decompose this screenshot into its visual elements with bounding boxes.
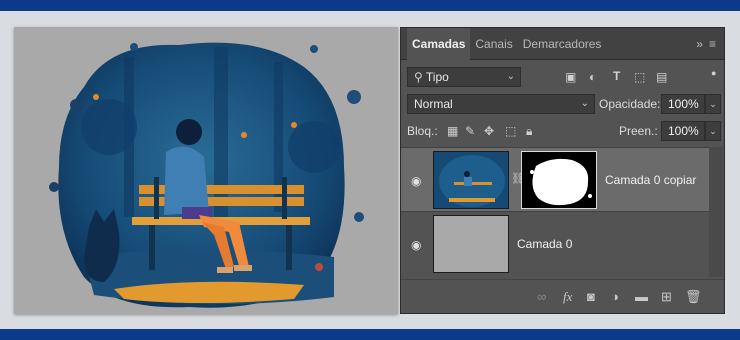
- layer-row[interactable]: ◉ Camada 0: [401, 211, 709, 275]
- layer-name[interactable]: Camada 0: [517, 237, 572, 251]
- lock-all-icon[interactable]: 🔒︎: [526, 124, 532, 138]
- trash-icon[interactable]: 🗑︎: [685, 289, 702, 305]
- bottom-brand-band: [0, 329, 740, 340]
- fill-dropdown-icon[interactable]: ⌄: [705, 121, 721, 141]
- fill-label: Preen.:: [619, 124, 658, 138]
- filter-toggle-icon[interactable]: ●: [711, 66, 716, 80]
- opacity-label: Opacidade:: [599, 97, 661, 111]
- layers-scrollbar[interactable]: [709, 147, 723, 277]
- chevron-down-icon: ⌄: [580, 98, 589, 109]
- type-filter-icon[interactable]: T: [613, 69, 620, 83]
- layer-mask-thumbnail[interactable]: [521, 151, 597, 209]
- top-brand-band: [0, 0, 740, 11]
- panel-footer: ∞ fx ◙ ◑ ▬ ⊞ 🗑︎: [401, 279, 724, 313]
- artwork-image: [49, 42, 364, 308]
- tab-camadas[interactable]: Camadas: [407, 27, 471, 60]
- add-mask-icon[interactable]: ◙: [587, 289, 595, 304]
- adjustment-filter-icon[interactable]: ◐: [589, 70, 596, 84]
- layer-thumbnail: [433, 151, 509, 209]
- filter-kind-label: Tipo: [425, 70, 449, 84]
- search-icon: ⚲: [414, 70, 426, 84]
- panel-menu-icon[interactable]: ≡: [709, 37, 716, 51]
- new-layer-icon[interactable]: ⊞: [661, 289, 672, 305]
- eye-icon[interactable]: ◉: [411, 238, 421, 252]
- shape-filter-icon[interactable]: ⬚: [634, 70, 645, 84]
- lock-label: Bloq.:: [407, 124, 438, 138]
- blend-mode-value: Normal: [414, 97, 453, 111]
- lock-position-icon[interactable]: ✥: [484, 124, 494, 138]
- chevron-down-icon: ⌄: [506, 71, 515, 82]
- link-layers-icon[interactable]: ∞: [537, 289, 546, 304]
- layer-thumbnail: [433, 215, 509, 273]
- tab-canais[interactable]: Canais: [470, 28, 517, 60]
- eye-icon[interactable]: ◉: [411, 174, 421, 188]
- lock-artboard-icon[interactable]: ⬚: [505, 124, 516, 138]
- new-group-icon[interactable]: ▬: [635, 289, 648, 304]
- opacity-input[interactable]: 100%: [661, 94, 705, 114]
- layer-name[interactable]: Camada 0 copiar: [605, 173, 696, 187]
- smart-object-filter-icon[interactable]: ▤: [656, 70, 667, 84]
- adjustment-layer-icon[interactable]: ◑: [611, 289, 619, 304]
- layer-row[interactable]: ◉ ⛓ Camada 0 copiar: [401, 147, 709, 211]
- document-canvas[interactable]: [14, 27, 398, 314]
- lock-transparency-icon[interactable]: ▦: [447, 124, 458, 138]
- layers-panel: Camadas Canais Demarcadores » ≡ ⚲ Tipo ⌄…: [400, 27, 725, 314]
- lock-pixels-icon[interactable]: ✎: [465, 124, 475, 138]
- double-chevron-right-icon[interactable]: »: [696, 37, 703, 51]
- opacity-dropdown-icon[interactable]: ⌄: [705, 94, 721, 114]
- panel-tab-bar: Camadas Canais Demarcadores » ≡: [401, 27, 724, 60]
- blend-mode-select[interactable]: Normal ⌄: [407, 94, 595, 114]
- tab-demarcadores[interactable]: Demarcadores: [518, 28, 607, 60]
- image-filter-icon[interactable]: ▣: [565, 70, 576, 84]
- fx-icon[interactable]: fx: [563, 289, 572, 305]
- filter-kind-select[interactable]: ⚲ Tipo ⌄: [407, 67, 521, 87]
- fill-input[interactable]: 100%: [661, 121, 705, 141]
